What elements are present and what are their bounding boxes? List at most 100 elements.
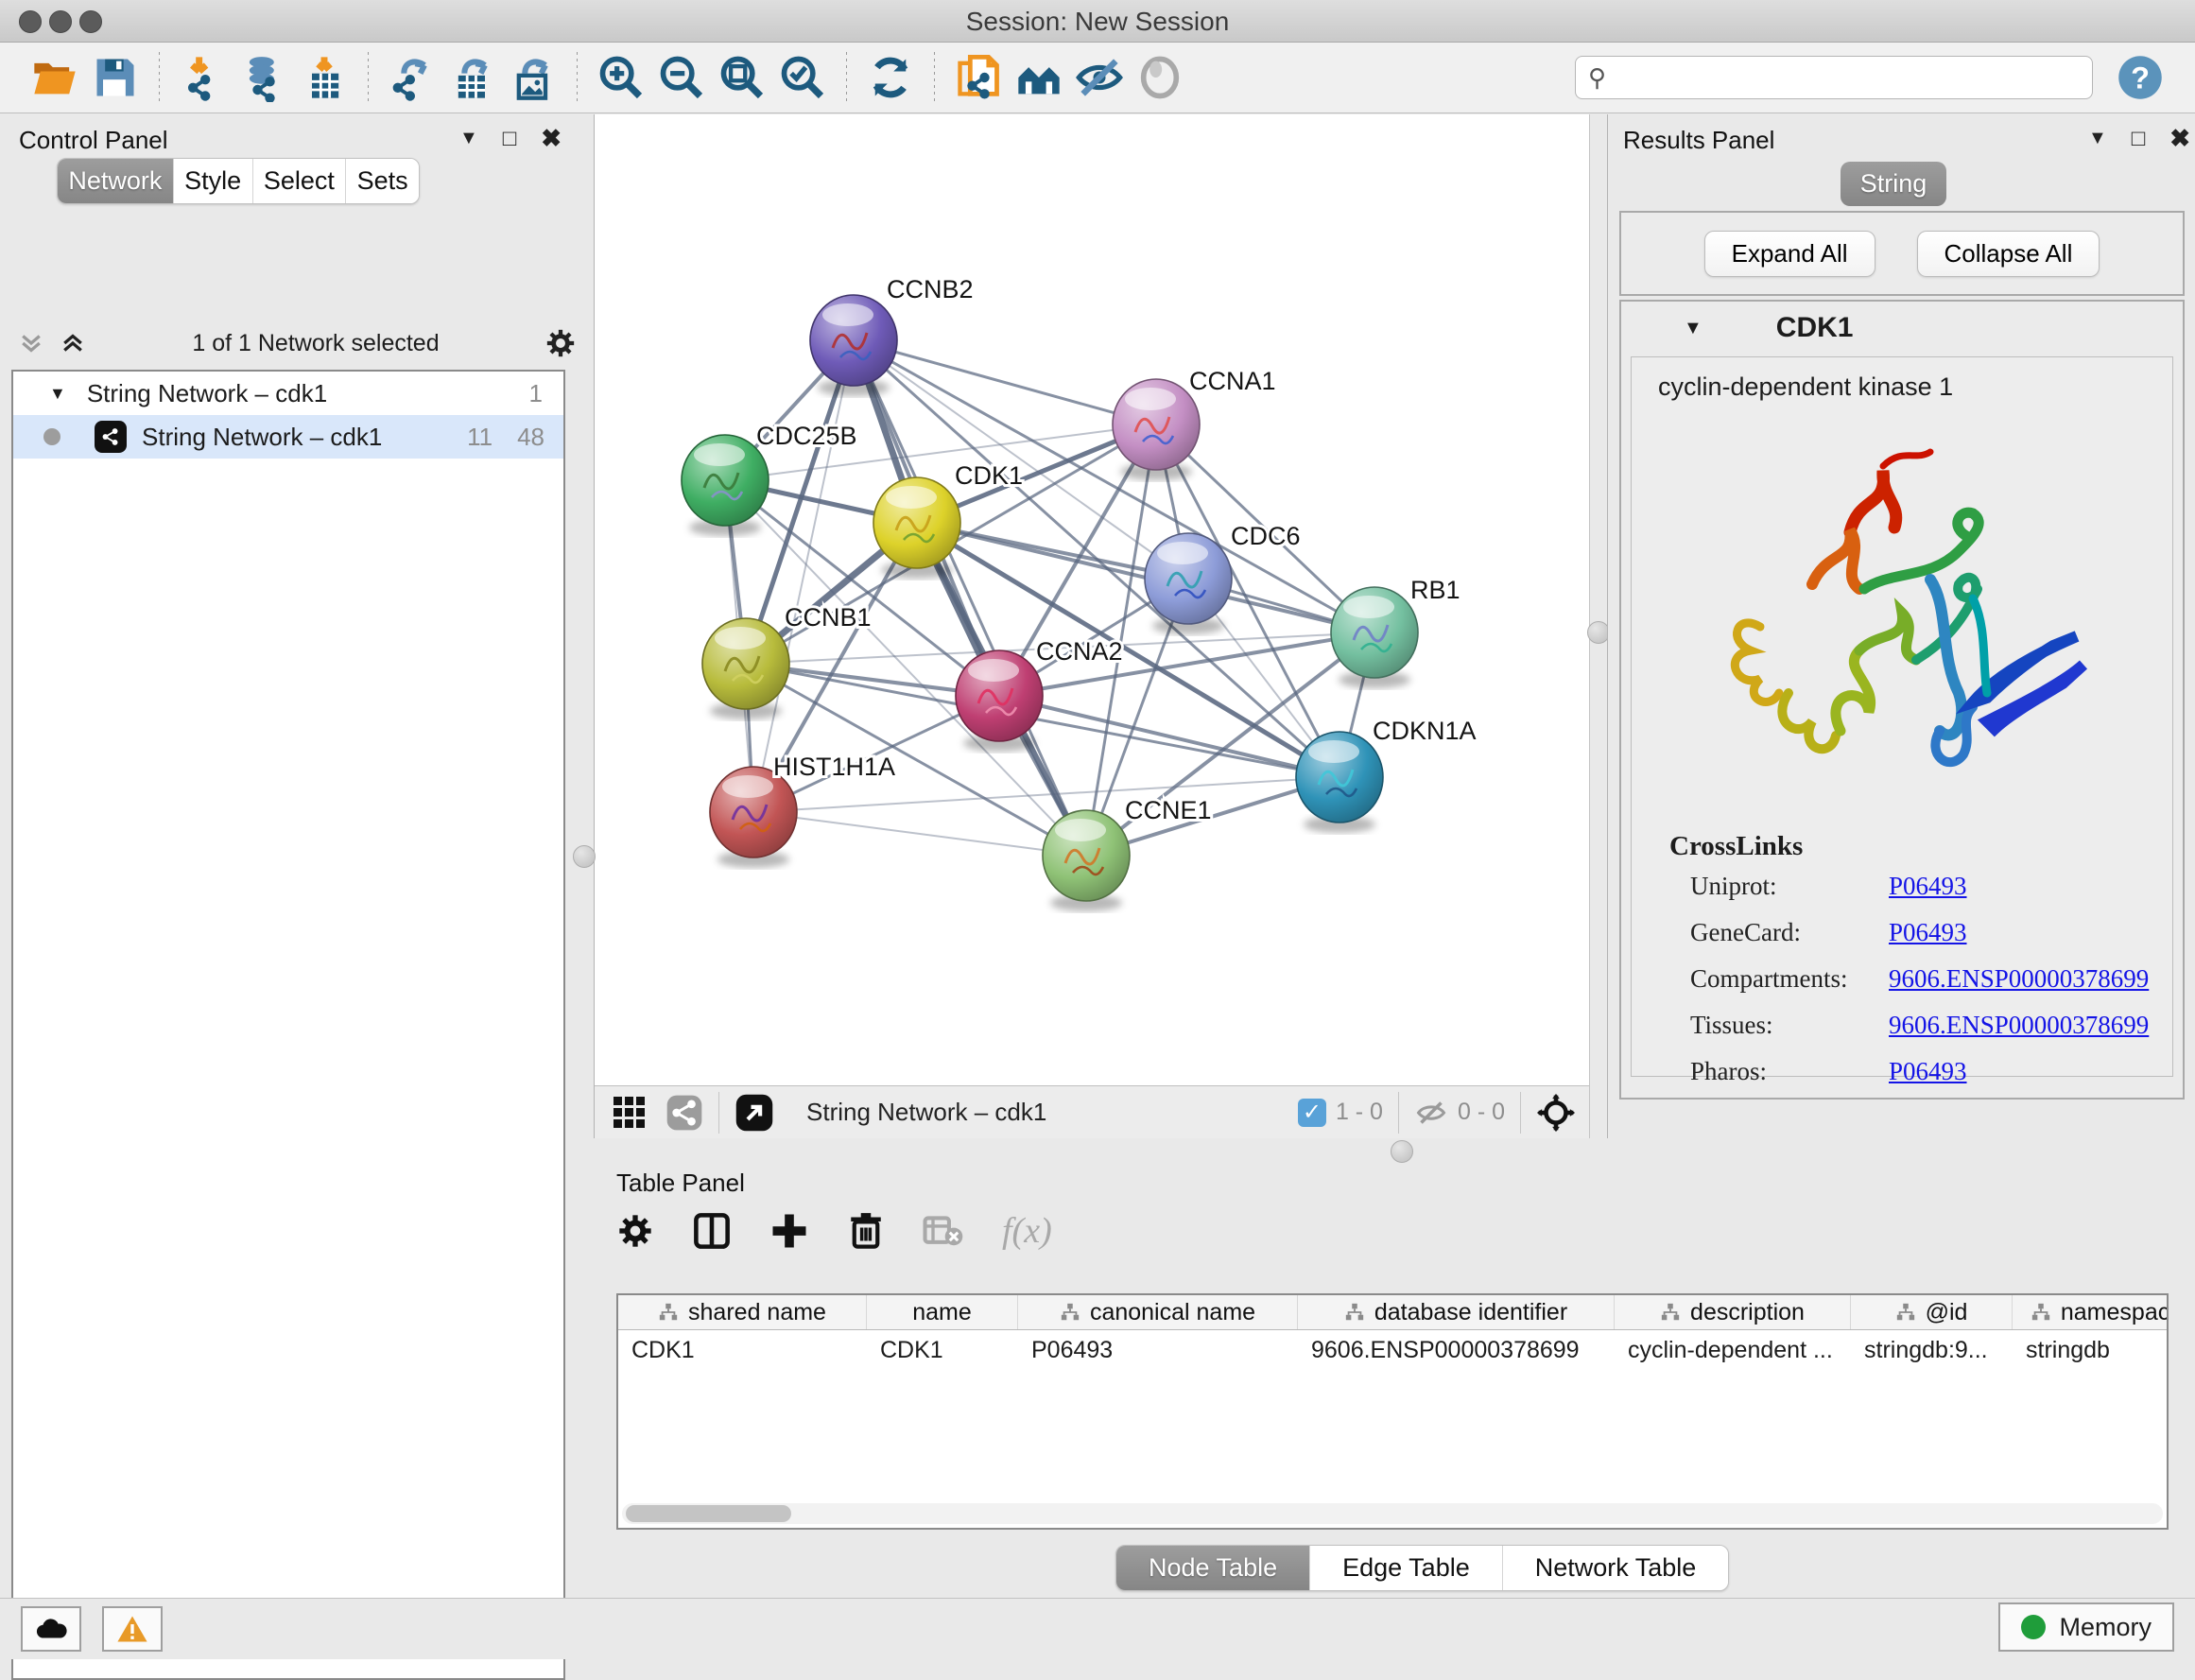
zoom-out-button[interactable]: [651, 49, 712, 106]
memory-button[interactable]: Memory: [1998, 1602, 2174, 1652]
cloud-button[interactable]: [21, 1606, 81, 1652]
tab-network[interactable]: Network: [58, 159, 174, 203]
control-panel-menu-icon[interactable]: ▼: [459, 128, 478, 149]
collapse-all-button[interactable]: Collapse All: [1917, 231, 2100, 277]
open-in-browser-icon[interactable]: [735, 1093, 774, 1133]
table-toolbar: f(x): [616, 1210, 1052, 1252]
results-panel-title: Results Panel: [1623, 126, 1774, 155]
control-panel-close-icon[interactable]: ✖: [541, 124, 562, 153]
search-input[interactable]: [1575, 56, 2093, 99]
splitter-handle[interactable]: [1391, 1140, 1413, 1163]
results-panel-close-icon[interactable]: ✖: [2169, 124, 2190, 153]
network-row[interactable]: String Network – cdk1 11 48: [13, 415, 563, 459]
hide-selected-button[interactable]: [1069, 49, 1130, 106]
column-header-description[interactable]: description: [1615, 1295, 1851, 1329]
expand-all-button[interactable]: Expand All: [1704, 231, 1875, 277]
column-header-shared-name[interactable]: shared name: [618, 1295, 867, 1329]
horizontal-splitter[interactable]: [594, 1138, 2195, 1166]
gear-icon[interactable]: [616, 1212, 654, 1250]
network-column-icon: [1344, 1302, 1365, 1323]
crosslink-label: Uniprot:: [1690, 872, 1889, 901]
vertical-splitter[interactable]: [1589, 114, 1609, 1138]
svg-text:?: ?: [2131, 61, 2150, 95]
crosslink-value-link[interactable]: 9606.ENSP00000378699: [1889, 1011, 2149, 1040]
tab-string[interactable]: String: [1841, 162, 1946, 206]
node-section-header[interactable]: ▼ CDK1: [1621, 302, 2183, 355]
expand-all-icon[interactable]: [59, 329, 87, 357]
clone-network-icon: [954, 53, 1003, 102]
results-panel-menu-icon[interactable]: ▼: [2088, 128, 2107, 149]
results-panel: Results Panel ▼ □ ✖ String Expand All Co…: [1607, 114, 2195, 1138]
save-session-button[interactable]: [85, 49, 146, 106]
node-table[interactable]: shared namename canonical name database …: [616, 1293, 2169, 1530]
open-session-button[interactable]: [25, 49, 85, 106]
node-section-title: CDK1: [1776, 312, 1854, 344]
toolbar-separator: [934, 52, 935, 103]
left-splitter-handle[interactable]: [573, 845, 596, 868]
table-tabs: Node TableEdge TableNetwork Table: [1115, 1545, 1729, 1591]
export-table-button[interactable]: [442, 49, 503, 106]
selected-checkbox-icon[interactable]: ✓: [1298, 1099, 1326, 1127]
crosslink-label: Tissues:: [1690, 1011, 1889, 1040]
network-column-icon: [658, 1302, 679, 1323]
column-header-name[interactable]: name: [867, 1295, 1018, 1329]
group-nodes-button[interactable]: [1009, 49, 1069, 106]
zoom-fit-button[interactable]: [712, 49, 772, 106]
network-view-toolbar: String Network – cdk1 ✓ 1 - 0 0 - 0: [595, 1085, 1589, 1138]
gear-icon[interactable]: [544, 327, 577, 359]
zoom-selected-button[interactable]: [772, 49, 833, 106]
import-network-file-button[interactable]: [173, 49, 233, 106]
help-button[interactable]: ?: [2110, 49, 2170, 106]
column-header-database-identifier[interactable]: database identifier: [1298, 1295, 1615, 1329]
network-canvas[interactable]: CCNB2CCNA1CDC25BCDK1CDC6RB1CCNB1CCNA2CDK…: [595, 114, 1589, 1085]
control-panel-float-icon[interactable]: □: [503, 126, 517, 152]
tab-sets[interactable]: Sets: [346, 159, 419, 203]
column-header-canonical-name[interactable]: canonical name: [1018, 1295, 1298, 1329]
table-hscrollbar[interactable]: [622, 1503, 2163, 1524]
crosslink-value-link[interactable]: P06493: [1889, 918, 1967, 947]
table-cell: stringdb:9...: [1851, 1330, 2013, 1370]
crosslink-value-link[interactable]: P06493: [1889, 872, 1967, 901]
warning-button[interactable]: [102, 1606, 163, 1652]
tree-expand-icon[interactable]: ▼: [49, 384, 66, 404]
hidden-eye-icon[interactable]: [1414, 1096, 1448, 1130]
tab-select[interactable]: Select: [253, 159, 347, 203]
import-network-database-button[interactable]: [233, 49, 294, 106]
results-actions-box: Expand All Collapse All: [1619, 211, 2185, 296]
import-table-button[interactable]: [294, 49, 354, 106]
tab-node-table[interactable]: Node Table: [1116, 1546, 1310, 1590]
clone-network-button[interactable]: [948, 49, 1009, 106]
control-panel: Control Panel ▼ □ ✖ NetworkStyleSelectSe…: [0, 114, 595, 1598]
crosslink-value-link[interactable]: P06493: [1889, 1057, 1967, 1086]
export-image-button[interactable]: [503, 49, 563, 106]
table-row[interactable]: CDK1CDK1P064939606.ENSP00000378699cyclin…: [618, 1330, 2167, 1370]
collapse-all-icon[interactable]: [17, 329, 45, 357]
results-panel-float-icon[interactable]: □: [2132, 126, 2146, 152]
tab-edge-table[interactable]: Edge Table: [1310, 1546, 1503, 1590]
status-bar: Memory: [0, 1598, 2195, 1659]
crosslink-value-link[interactable]: 9606.ENSP00000378699: [1889, 964, 2149, 994]
crosslink-row: Uniprot: P06493: [1690, 872, 2172, 901]
section-collapse-icon[interactable]: ▼: [1684, 318, 1702, 339]
results-node-section: ▼ CDK1 cyclin-dependent kinase 1: [1619, 300, 2185, 1100]
add-column-icon[interactable]: [769, 1211, 809, 1251]
share-network-icon[interactable]: [665, 1094, 703, 1132]
show-columns-icon[interactable]: [692, 1211, 732, 1251]
column-header--id[interactable]: @id: [1851, 1295, 2013, 1329]
tab-style[interactable]: Style: [174, 159, 253, 203]
export-table-icon: [448, 53, 497, 102]
export-network-button[interactable]: [382, 49, 442, 106]
node-label-CDC25B: CDC25B: [756, 422, 857, 450]
tab-network-table[interactable]: Network Table: [1503, 1546, 1729, 1590]
column-header-namespace[interactable]: namespace: [2013, 1295, 2169, 1329]
table-hscrollbar-thumb[interactable]: [626, 1505, 791, 1522]
apply-layout-button[interactable]: [860, 49, 921, 106]
crosshair-icon[interactable]: [1536, 1093, 1576, 1133]
delete-column-icon[interactable]: [847, 1211, 885, 1251]
string-app-icon: [95, 421, 127, 453]
birdseye-toggle-button[interactable]: [614, 1097, 645, 1128]
table-header-row: shared namename canonical name database …: [618, 1295, 2167, 1330]
zoom-in-button[interactable]: [591, 49, 651, 106]
network-collection-row[interactable]: ▼ String Network – cdk1 1: [13, 372, 563, 415]
show-all-button[interactable]: [1130, 49, 1190, 106]
